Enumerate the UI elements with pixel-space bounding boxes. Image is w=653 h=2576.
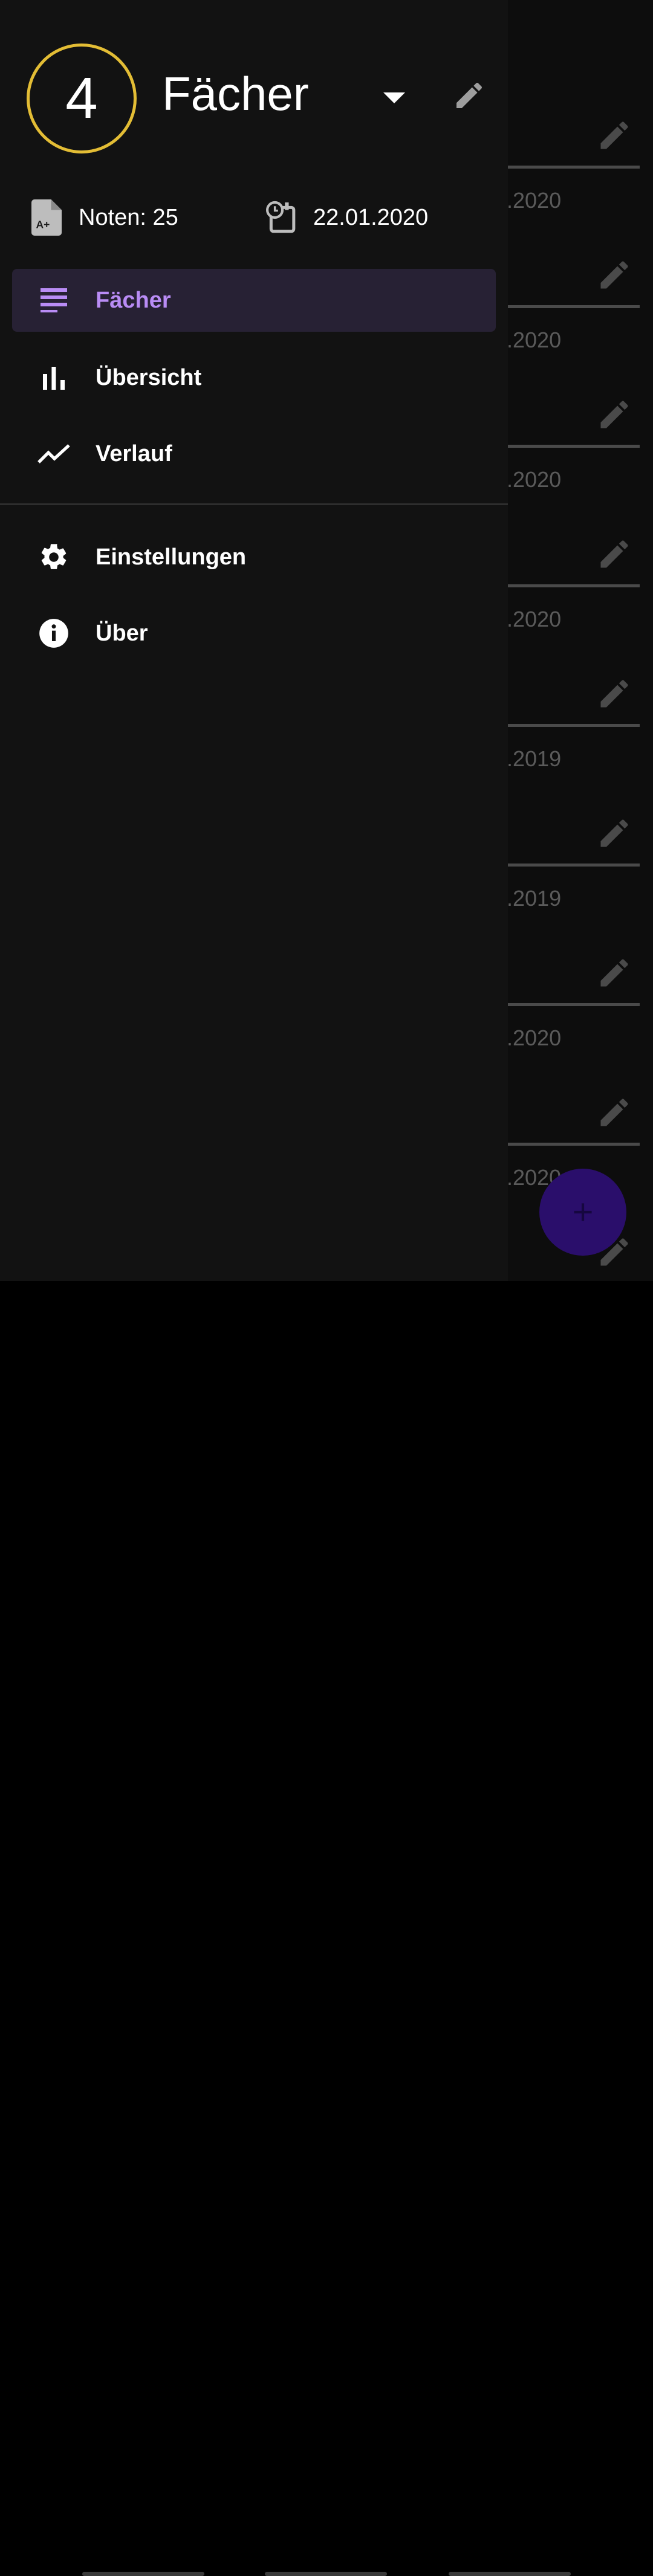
bar-chart-icon xyxy=(37,361,70,394)
nav-item-uebersicht[interactable]: Übersicht xyxy=(12,346,496,409)
subject-count-badge: 4 xyxy=(27,44,137,153)
nav-label: Verlauf xyxy=(96,441,172,466)
gear-icon xyxy=(37,541,70,573)
item-date: .2020 xyxy=(507,188,562,213)
edit-icon[interactable] xyxy=(596,676,632,712)
subject-count: 4 xyxy=(65,66,98,131)
notes-count-row: A+ Noten: 25 xyxy=(31,199,178,236)
nav-handle[interactable] xyxy=(265,2572,387,2576)
last-date: 22.01.2020 xyxy=(313,204,429,230)
item-date: .2019 xyxy=(507,886,562,911)
edit-icon[interactable] xyxy=(596,396,632,433)
svg-text:A+: A+ xyxy=(36,219,50,231)
add-button[interactable] xyxy=(539,1169,626,1256)
edit-icon[interactable] xyxy=(596,955,632,991)
item-date: .2020 xyxy=(507,328,562,352)
nav-label: Übersicht xyxy=(96,364,202,390)
item-date: .2019 xyxy=(507,746,562,771)
nav-handle[interactable] xyxy=(449,2572,571,2576)
edit-icon[interactable] xyxy=(596,257,632,293)
item-date: .2020 xyxy=(507,1025,562,1050)
nav-label: Fächer xyxy=(96,287,171,313)
drawer-divider xyxy=(0,503,508,505)
edit-title-icon[interactable] xyxy=(452,79,486,112)
nav-handle[interactable] xyxy=(82,2572,204,2576)
drawer-title: Fächer xyxy=(162,67,309,120)
last-date-row: 22.01.2020 xyxy=(266,199,428,236)
edit-icon[interactable] xyxy=(596,536,632,572)
grade-document-icon: A+ xyxy=(31,199,62,236)
trend-icon xyxy=(37,437,70,470)
nav-label: Über xyxy=(96,620,148,646)
system-nav-bar xyxy=(0,1281,653,2576)
nav-item-faecher[interactable]: Fächer xyxy=(12,269,496,332)
nav-item-verlauf[interactable]: Verlauf xyxy=(12,422,496,485)
edit-icon[interactable] xyxy=(596,815,632,851)
clock-calendar-icon xyxy=(266,201,296,233)
info-icon xyxy=(37,617,70,650)
dropdown-arrow-icon[interactable] xyxy=(383,91,405,105)
edit-icon[interactable] xyxy=(596,1094,632,1131)
nav-label: Einstellungen xyxy=(96,544,247,570)
navigation-drawer: 4 Fächer A+ Noten: 25 22.01.2020 Fächer … xyxy=(0,0,508,1281)
item-date: .2020 xyxy=(507,607,562,631)
plus-icon xyxy=(574,1203,592,1221)
edit-icon[interactable] xyxy=(596,117,632,153)
nav-item-ueber[interactable]: Über xyxy=(12,602,496,665)
item-date: .2020 xyxy=(507,467,562,492)
list-icon xyxy=(37,284,70,317)
notes-count: Noten: 25 xyxy=(79,204,178,230)
nav-item-einstellungen[interactable]: Einstellungen xyxy=(12,526,496,589)
